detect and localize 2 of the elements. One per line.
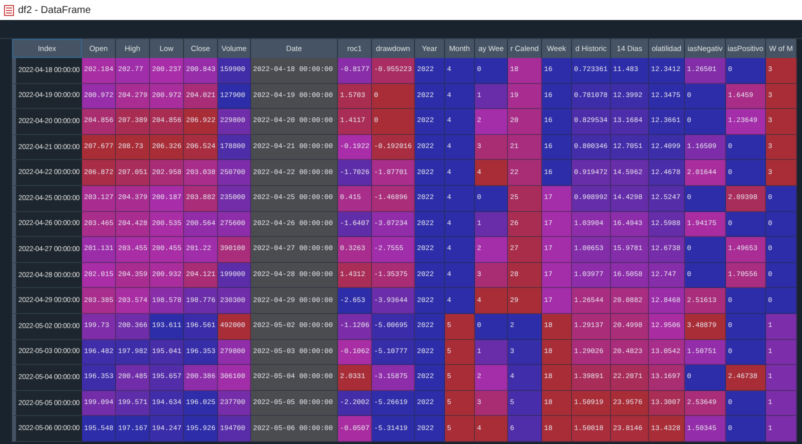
window-title: df2 - DataFrame bbox=[18, 4, 91, 16]
app-icon bbox=[4, 4, 14, 16]
